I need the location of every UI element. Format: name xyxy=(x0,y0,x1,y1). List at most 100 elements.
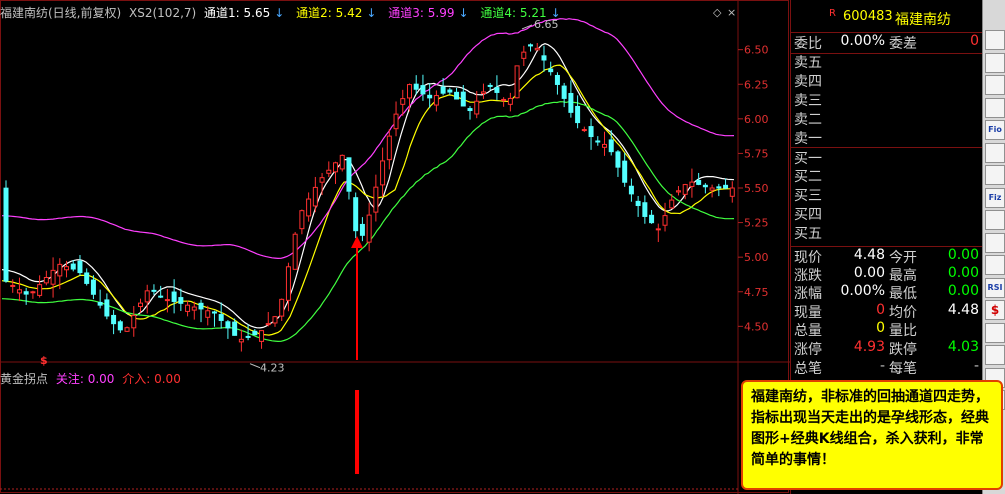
candle-body xyxy=(3,187,9,282)
toolbar-button[interactable] xyxy=(985,345,1005,365)
stat-label: 涨停 xyxy=(794,342,822,358)
toolbar-button[interactable] xyxy=(985,75,1005,95)
candle-body xyxy=(225,321,231,329)
signal-bar xyxy=(355,390,359,474)
toolbar-button[interactable] xyxy=(985,322,1005,343)
stat-value: 0.00 xyxy=(947,283,979,300)
chart-header: 福建南纺(日线,前复权) XS2(102,7) 通道1: 5.65 ↓ 通道2: … xyxy=(0,4,569,20)
candle-body xyxy=(84,272,90,284)
y-tick-label: 5.25 xyxy=(744,217,769,230)
candle-body xyxy=(64,266,70,271)
candle-body xyxy=(528,44,534,47)
stock-name: 福建南纺 xyxy=(895,12,951,28)
candle-body xyxy=(339,154,345,170)
signal-marker: $ xyxy=(40,354,48,367)
sell-level-5: 卖五 xyxy=(791,52,983,72)
candle-body xyxy=(393,113,399,130)
candle-body xyxy=(50,269,56,285)
y-tick-label: 5.00 xyxy=(744,251,769,264)
toolbar-button[interactable] xyxy=(985,52,1005,73)
candle-body xyxy=(723,184,729,189)
candle-body xyxy=(30,291,36,294)
toolbar-button[interactable]: $ xyxy=(985,300,1005,320)
candle-body xyxy=(501,98,507,101)
candle-body xyxy=(474,100,480,115)
channel-4-value: 通道4: 5.21 ↓ xyxy=(480,6,561,20)
candle-body xyxy=(400,98,406,105)
candle-body xyxy=(252,330,258,336)
candle-body xyxy=(413,83,419,90)
order-level-label: 卖四 xyxy=(794,74,822,90)
stock-title: 福建南纺(日线,前复权) xyxy=(0,6,122,20)
toolbar-button[interactable] xyxy=(985,165,1005,185)
channel-3-value: 通道3: 5.99 ↓ xyxy=(388,6,469,20)
chart-frame xyxy=(0,0,789,493)
toolbar-button[interactable]: Fio xyxy=(985,120,1005,140)
channel-2-line xyxy=(1,64,735,336)
candle-body xyxy=(178,297,184,304)
candle-body xyxy=(373,186,379,213)
order-level-label: 卖一 xyxy=(794,131,822,147)
candle-body xyxy=(487,84,493,87)
stat-value: 0.00 xyxy=(853,264,885,281)
y-tick-label: 4.50 xyxy=(744,320,769,333)
candle-body xyxy=(117,321,123,331)
stock-code: 600483 xyxy=(843,9,893,24)
low-label: 4.23 xyxy=(260,362,285,375)
candle-body xyxy=(642,202,648,217)
candle-body xyxy=(615,151,621,168)
candle-body xyxy=(696,179,702,185)
toolbar-button[interactable] xyxy=(985,232,1005,253)
stat-value: 0 xyxy=(876,320,885,337)
y-tick-label: 5.75 xyxy=(744,147,769,160)
toolbar-button[interactable] xyxy=(985,255,1005,275)
stat-value: 4.03 xyxy=(947,339,979,355)
candlestick-chart[interactable]: ◇ ×6.506.256.005.755.505.255.004.754.506.… xyxy=(0,0,790,494)
candle-body xyxy=(386,135,392,161)
toolbar-button[interactable] xyxy=(985,210,1005,230)
candle-body xyxy=(97,301,103,306)
candle-body xyxy=(575,105,581,124)
candle-body xyxy=(306,198,312,217)
sell-level-3: 卖三 xyxy=(791,90,983,110)
candle-body xyxy=(427,94,433,99)
candle-body xyxy=(702,184,708,188)
sub-indicator-name[interactable]: 黄金拐点 xyxy=(0,372,48,386)
candle-body xyxy=(151,289,157,292)
candle-body xyxy=(514,65,520,99)
candle-body xyxy=(111,314,117,325)
candle-body xyxy=(272,316,278,324)
close-icon: × xyxy=(727,6,736,19)
sub-indicator-header: 黄金拐点 关注: 0.00 介入: 0.00 xyxy=(0,370,181,387)
stat-label: 涨幅 xyxy=(794,286,822,303)
candle-body xyxy=(729,187,735,197)
stat-row: 现量 0 均价 4.48 xyxy=(791,302,983,322)
candle-body xyxy=(622,160,628,183)
candle-body xyxy=(380,160,386,186)
stat-value: 4.93 xyxy=(853,339,885,355)
candle-body xyxy=(541,55,547,61)
candle-body xyxy=(494,87,500,93)
order-level-label: 卖二 xyxy=(794,112,822,128)
stat-label: 跌停 xyxy=(889,342,917,358)
stat-value: - xyxy=(879,357,885,374)
weicha-label: 委差 xyxy=(889,36,917,52)
stat-label: 每笔 xyxy=(889,360,917,377)
candle-body xyxy=(689,181,695,187)
y-tick-label: 4.75 xyxy=(744,286,769,299)
candle-body xyxy=(440,86,446,94)
candle-body xyxy=(682,184,688,195)
y-tick-label: 6.25 xyxy=(744,78,769,91)
toolbar-button[interactable] xyxy=(985,97,1005,118)
toolbar-button[interactable]: Fiz xyxy=(985,187,1005,208)
candle-body xyxy=(447,89,453,93)
candle-body xyxy=(433,95,439,106)
candle-body xyxy=(245,335,251,338)
toolbar-button[interactable]: RSI xyxy=(985,277,1005,298)
candle-body xyxy=(534,47,540,51)
candle-body xyxy=(205,310,211,318)
toolbar-button[interactable] xyxy=(985,142,1005,163)
stat-row: 总量 0 量比 xyxy=(791,320,983,340)
candle-body xyxy=(581,129,587,132)
toolbar-button[interactable] xyxy=(985,30,1005,50)
